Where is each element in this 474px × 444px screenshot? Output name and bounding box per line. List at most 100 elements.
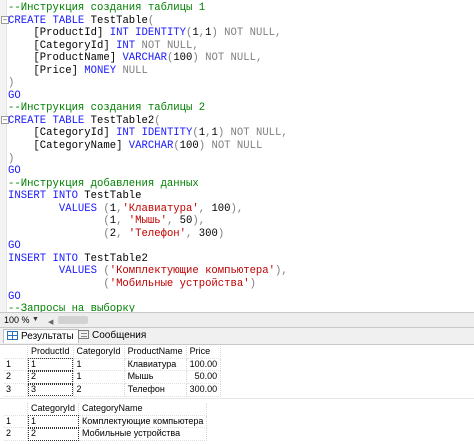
code-line[interactable]: [CategoryId] INT IDENTITY(1,1) NOT NULL, — [8, 127, 287, 140]
code-line[interactable]: (2, 'Телефон', 300) — [8, 228, 288, 241]
table-cell[interactable]: 1 — [27, 358, 74, 372]
code-token: , — [186, 227, 199, 240]
table-cell[interactable]: Мобильные устройства — [78, 427, 208, 442]
code-line[interactable]: ) — [8, 153, 288, 166]
code-token: TestTable2 — [77, 252, 148, 265]
table-cell[interactable]: Телефон — [124, 383, 187, 397]
code-line[interactable]: [CategoryName] VARCHAR(100) NOT NULL — [8, 140, 288, 153]
code-token: , — [192, 39, 199, 52]
column-header[interactable]: Price — [186, 346, 222, 359]
table-cell[interactable]: 100.00 — [186, 358, 222, 372]
code-token: NOT NULL — [205, 52, 256, 65]
column-header[interactable]: CategoryId — [73, 346, 125, 359]
code-token: ), — [192, 215, 206, 228]
code-token: ) — [192, 52, 206, 65]
row-number[interactable]: 1 — [4, 358, 28, 372]
code-line[interactable]: GO — [8, 291, 288, 304]
code-token: VARCHAR — [122, 52, 167, 65]
table-cell[interactable]: 50.00 — [186, 370, 222, 385]
code-token: , — [275, 27, 282, 40]
row-number-header — [4, 346, 28, 359]
tab-results[interactable]: Результаты — [3, 329, 79, 343]
code-token: ) — [211, 27, 225, 40]
table-cell[interactable]: Мышь — [124, 370, 187, 385]
row-number[interactable]: 1 — [4, 415, 28, 429]
code-token: ) — [217, 227, 225, 240]
code-token: IDENTITY — [135, 27, 187, 40]
code-token: INT — [116, 39, 136, 52]
sql-editor[interactable]: − − --Инструкция создания таблицы 1 CREAT… — [0, 0, 474, 312]
chevron-down-icon[interactable]: ▼ — [32, 313, 39, 327]
column-header[interactable]: CategoryId — [27, 403, 80, 416]
code-line[interactable]: GO — [8, 165, 288, 178]
code-token: ) — [249, 278, 256, 291]
row-number[interactable]: 3 — [4, 383, 28, 397]
table-cell[interactable]: 300.00 — [186, 383, 222, 397]
code-token: 50 — [179, 215, 193, 228]
code-line[interactable]: [ProductId] INT IDENTITY(1,1) NOT NULL, — [8, 27, 288, 40]
code-line[interactable]: --Инструкция добавления данных — [8, 178, 288, 191]
code-token: MONEY — [84, 64, 117, 77]
table-cell[interactable]: 1 — [27, 415, 80, 429]
code-token: CREATE TABLE — [8, 14, 85, 27]
code-token: TestTable — [77, 190, 142, 203]
table-cell[interactable]: 3 — [27, 383, 74, 397]
results-tabs: Результаты Сообщения — [0, 328, 474, 345]
column-header[interactable]: CategoryName — [78, 403, 208, 416]
code-line[interactable]: (1, 'Мышь', 50), — [8, 215, 288, 228]
table-cell[interactable]: Комплектующие компьютера — [78, 415, 208, 429]
code-line[interactable]: VALUES (1,'Клавиатура', 100), — [8, 203, 288, 216]
code-line[interactable]: CREATE TABLE TestTable2( — [8, 115, 288, 128]
table-cell[interactable]: 2 — [27, 370, 74, 385]
code-line[interactable]: INSERT INTO TestTable2 — [8, 253, 288, 266]
table-cell[interactable]: 2 — [73, 383, 125, 397]
code-token: INT — [109, 27, 129, 40]
column-header[interactable]: ProductId — [27, 346, 74, 359]
code-line[interactable]: --Запросы на выборку — [8, 303, 288, 312]
table-row[interactable]: 2 2 Мобильные устройства — [4, 427, 208, 442]
code-token: , — [255, 52, 263, 65]
code-token: GO — [8, 240, 21, 253]
table-row[interactable]: 3 3 2 Телефон 300.00 — [4, 383, 222, 397]
code-token: 'Клавиатура' — [122, 202, 199, 215]
table-row[interactable]: 2 2 1 Мышь 50.00 — [4, 370, 222, 385]
code-token: TestTable — [84, 14, 148, 27]
code-line[interactable]: VALUES ('Комплектующие компьютера'), — [8, 265, 288, 278]
code-line[interactable]: --Инструкция создания таблицы 2 — [8, 102, 288, 115]
code-line[interactable]: [CategoryId] INT NOT NULL, — [8, 40, 288, 53]
code-token: ) — [198, 140, 212, 153]
row-number[interactable]: 2 — [4, 370, 28, 385]
code-token: INSERT INTO — [8, 252, 78, 265]
sql-code[interactable]: --Инструкция создания таблицы 1 CREATE TA… — [8, 2, 288, 312]
code-line[interactable]: INSERT INTO TestTable — [8, 190, 288, 203]
table-cell[interactable]: 1 — [73, 358, 125, 372]
code-token: NOT NULL — [135, 39, 193, 52]
tab-messages[interactable]: Сообщения — [75, 329, 150, 343]
code-token: 300 — [198, 227, 218, 240]
code-token: [CategoryId] — [8, 127, 117, 140]
code-line[interactable]: ('Мобильные устройства') — [8, 278, 288, 291]
table-cell[interactable]: 1 — [73, 370, 125, 385]
table-cell[interactable]: 2 — [27, 427, 80, 442]
row-number[interactable]: 2 — [4, 427, 28, 442]
tab-results-label: Результаты — [21, 331, 74, 342]
code-token: INSERT INTO — [8, 190, 78, 203]
column-header[interactable]: ProductName — [124, 346, 187, 359]
code-token: [ProductName] — [8, 52, 123, 65]
code-token: 100 — [211, 202, 231, 215]
code-line[interactable]: ) — [8, 77, 288, 90]
code-line[interactable]: GO — [8, 240, 288, 253]
zoom-level[interactable]: 100 % — [4, 313, 30, 327]
table-row[interactable]: 1 1 1 Клавиатура 100.00 — [4, 358, 222, 372]
code-line[interactable]: --Инструкция создания таблицы 1 — [8, 2, 288, 15]
code-token: IDENTITY — [141, 127, 193, 140]
code-line[interactable]: CREATE TABLE TestTable( — [8, 15, 288, 28]
table-cell[interactable]: Клавиатура — [124, 358, 187, 372]
horizontal-scrollbar[interactable] — [58, 316, 88, 324]
code-line[interactable]: [ProductName] VARCHAR(100) NOT NULL, — [8, 52, 288, 65]
code-token: --Инструкция добавления данных — [8, 177, 199, 190]
table-row[interactable]: 1 1 Комплектующие компьютера — [4, 415, 208, 429]
code-line[interactable]: GO — [8, 90, 288, 103]
code-line[interactable]: [Price] MONEY NULL — [8, 65, 288, 78]
